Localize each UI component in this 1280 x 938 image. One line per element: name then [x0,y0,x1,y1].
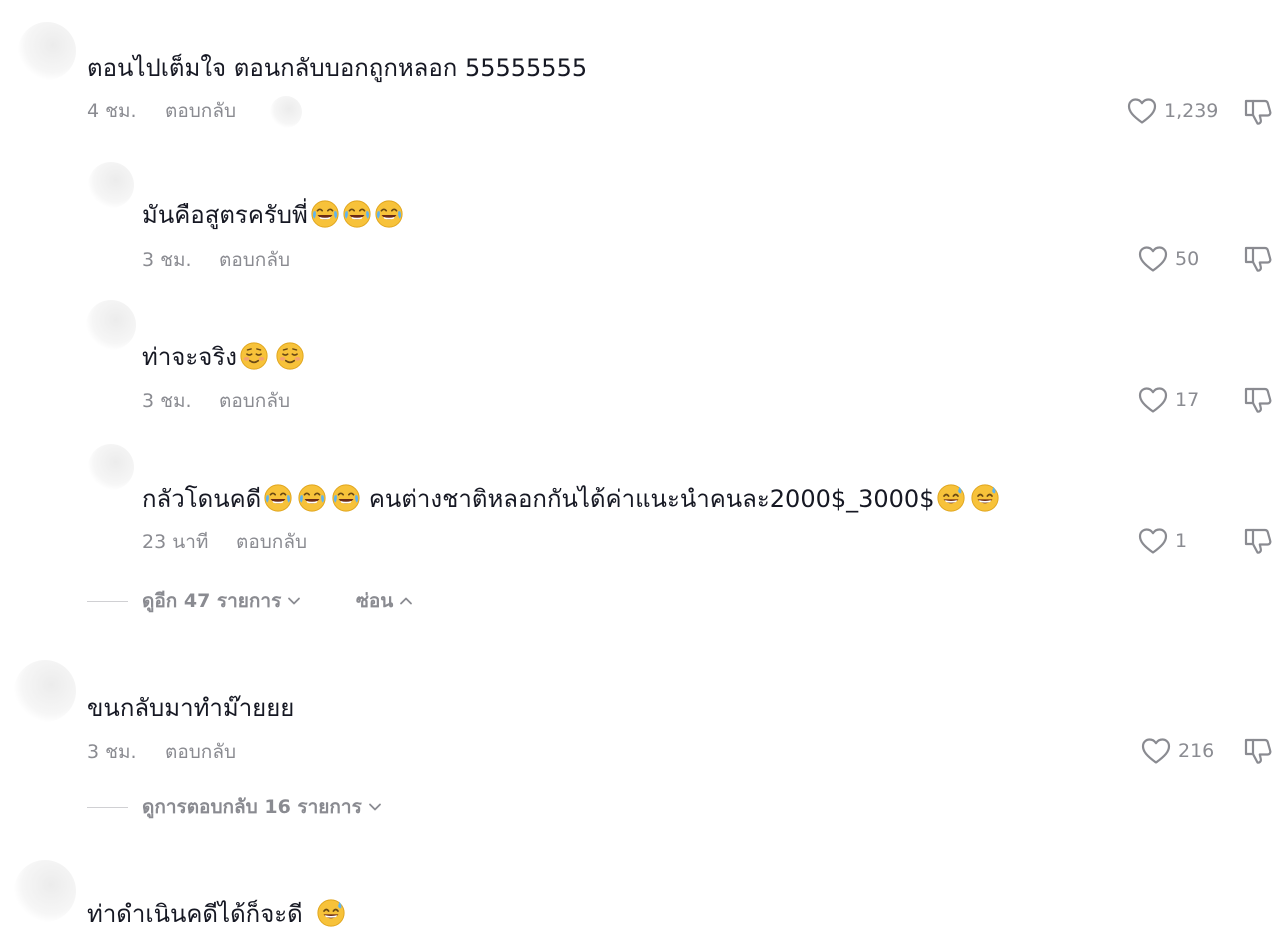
heart-icon [1137,384,1169,416]
like-count: 17 [1175,389,1200,411]
reply-button[interactable]: ตอบกลับ [219,388,290,414]
comment-text: มันคือสูตรครับพี่ [142,199,404,231]
heart-icon [1137,525,1169,557]
joy-emoji-icon [263,483,293,513]
like-button[interactable]: 1,239 [1126,95,1218,127]
like-count: 1,239 [1164,100,1219,122]
joy-emoji-icon [342,199,372,229]
comment-text: ท่าดำเนินคดีได้ก็จะดี [87,898,346,930]
sweat-smile-emoji-icon [936,483,966,513]
joy-emoji-icon [374,199,404,229]
comment-timestamp: 4 ชม. [87,100,137,122]
comment-text-body: คนต่างชาติหลอกกันได้ค่าแนะนำคนละ2000$_30… [361,485,935,513]
thumbs-down-icon[interactable] [1242,384,1274,416]
like-count: 50 [1175,248,1200,270]
avatar-sticker [270,96,302,128]
comment-text: ขนกลับมาทำม๊ายยย [87,694,295,722]
thumbs-down-icon[interactable] [1242,735,1274,767]
joy-emoji-icon [310,199,340,229]
joy-emoji-icon [331,483,361,513]
chevron-down-icon [287,594,301,608]
thread-divider [87,807,128,808]
view-more-label: ดูอีก 47 รายการ [142,590,282,612]
thumbs-down-icon[interactable] [1242,243,1274,275]
reply-button[interactable]: ตอบกลับ [236,529,307,555]
heart-icon [1137,243,1169,275]
view-replies-label: ดูการตอบกลับ 16 รายการ [142,796,362,818]
reply-button[interactable]: ตอบกลับ [165,98,236,124]
hide-label: ซ่อน [356,590,394,612]
blush-emoji-icon [239,341,269,371]
chevron-up-icon [399,594,413,608]
sweat-smile-emoji-icon [316,898,346,928]
avatar[interactable] [88,162,134,208]
thumbs-down-icon[interactable] [1242,96,1274,128]
avatar[interactable] [88,444,134,490]
like-count: 216 [1178,740,1215,762]
sweat-smile-emoji-icon [970,483,1000,513]
view-more-replies-button[interactable]: ดูอีก 47 รายการ [142,588,301,614]
like-button[interactable]: 1 [1137,525,1187,557]
comment-text-body: มันคือสูตรครับพี่ [142,201,308,229]
view-replies-button[interactable]: ดูการตอบกลับ 16 รายการ [142,794,382,820]
comment-text-body: กลัวโดนคดี [142,485,262,513]
comment-timestamp: 3 ชม. [142,249,192,271]
avatar[interactable] [86,300,136,350]
blush-emoji-icon [275,341,305,371]
comment-timestamp: 3 ชม. [142,390,192,412]
comment-timestamp: 23 นาที [142,531,209,553]
comment-timestamp: 3 ชม. [87,741,137,763]
thumbs-down-icon[interactable] [1242,525,1274,557]
comment-text: กลัวโดนคดี คนต่างชาติหลอกกันได้ค่าแนะนำค… [142,483,1000,515]
heart-icon [1140,735,1172,767]
thread-divider [87,601,128,602]
heart-icon [1126,95,1158,127]
reply-button[interactable]: ตอบกลับ [219,247,290,273]
avatar[interactable] [14,660,76,722]
like-button[interactable]: 216 [1140,735,1214,767]
reply-button[interactable]: ตอบกลับ [165,739,236,765]
avatar[interactable] [14,860,76,922]
like-button[interactable]: 17 [1137,384,1199,416]
like-button[interactable]: 50 [1137,243,1199,275]
like-count: 1 [1175,530,1188,552]
avatar[interactable] [18,22,76,80]
chevron-down-icon [368,800,382,814]
hide-replies-button[interactable]: ซ่อน [356,588,413,614]
joy-emoji-icon [297,483,327,513]
comment-text: ท่าจะจริง [142,341,305,373]
comment-text: ตอนไปเต็มใจ ตอนกลับบอกถูกหลอก 55555555 [87,54,588,82]
comment-text-body: ท่าดำเนินคดีได้ก็จะดี [87,900,303,928]
comment-text-body: ท่าจะจริง [142,343,237,371]
